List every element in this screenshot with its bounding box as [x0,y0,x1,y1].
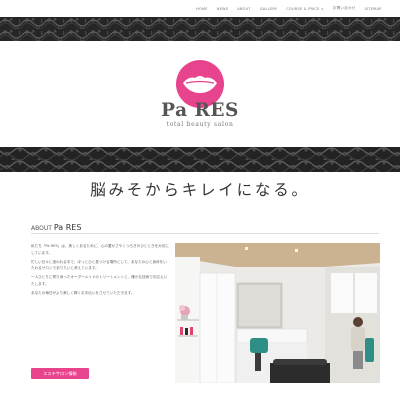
about-paragraph: 一人ひとりに寄り添ったオーダーメイドのトリートメントと、確かな技術でお応えいたし… [31,275,168,286]
logo-wordmark: Pa RES [161,100,239,121]
about-paragraph: あなたの毎日がより美しく輝くお手伝いをさせていただきます。 [31,290,135,295]
nav-home[interactable]: HOME [192,7,213,11]
top-navigation: HOME NEWS ABOUT GALLERY COURSE & PRICE ∨… [0,0,400,17]
nav-course-price[interactable]: COURSE & PRICE ∨ [282,7,329,11]
nav-contact[interactable]: お問い合わせ [328,6,360,11]
nav-gallery[interactable]: GALLERY [255,7,281,11]
lace-banner-top [0,17,400,41]
about-paragraph: 私たち「Pa RES」は、美しくあるために、心の豊かさやくつろぎのひとときを大切… [31,244,169,255]
nav-sitemap[interactable]: SITEMAP [360,7,386,11]
headline: 脳みそからキレイになる。 [90,181,310,199]
nav-news[interactable]: NEWS [212,7,233,11]
about-paragraph: 忙しい日々に追われる中で、ほっとひと息つける場所として、あなたの心と身体をいたわ… [31,259,167,271]
about-heading: ABOUT Pa RES [31,223,81,232]
about-description: 私たち「Pa RES」は、美しくあるために、心の豊かさやくつろぎのひとときを大切… [31,243,169,297]
salon-interior-photo [175,243,380,383]
nav-about[interactable]: ABOUT [233,7,256,11]
logo-tagline: total beauty salon [166,121,234,128]
about-title: Pa RES [53,223,82,232]
salon-info-button[interactable]: エステサロン情報 [31,368,89,379]
divider [31,233,379,234]
lace-banner-bottom [0,147,400,172]
about-prefix: ABOUT [31,225,52,232]
